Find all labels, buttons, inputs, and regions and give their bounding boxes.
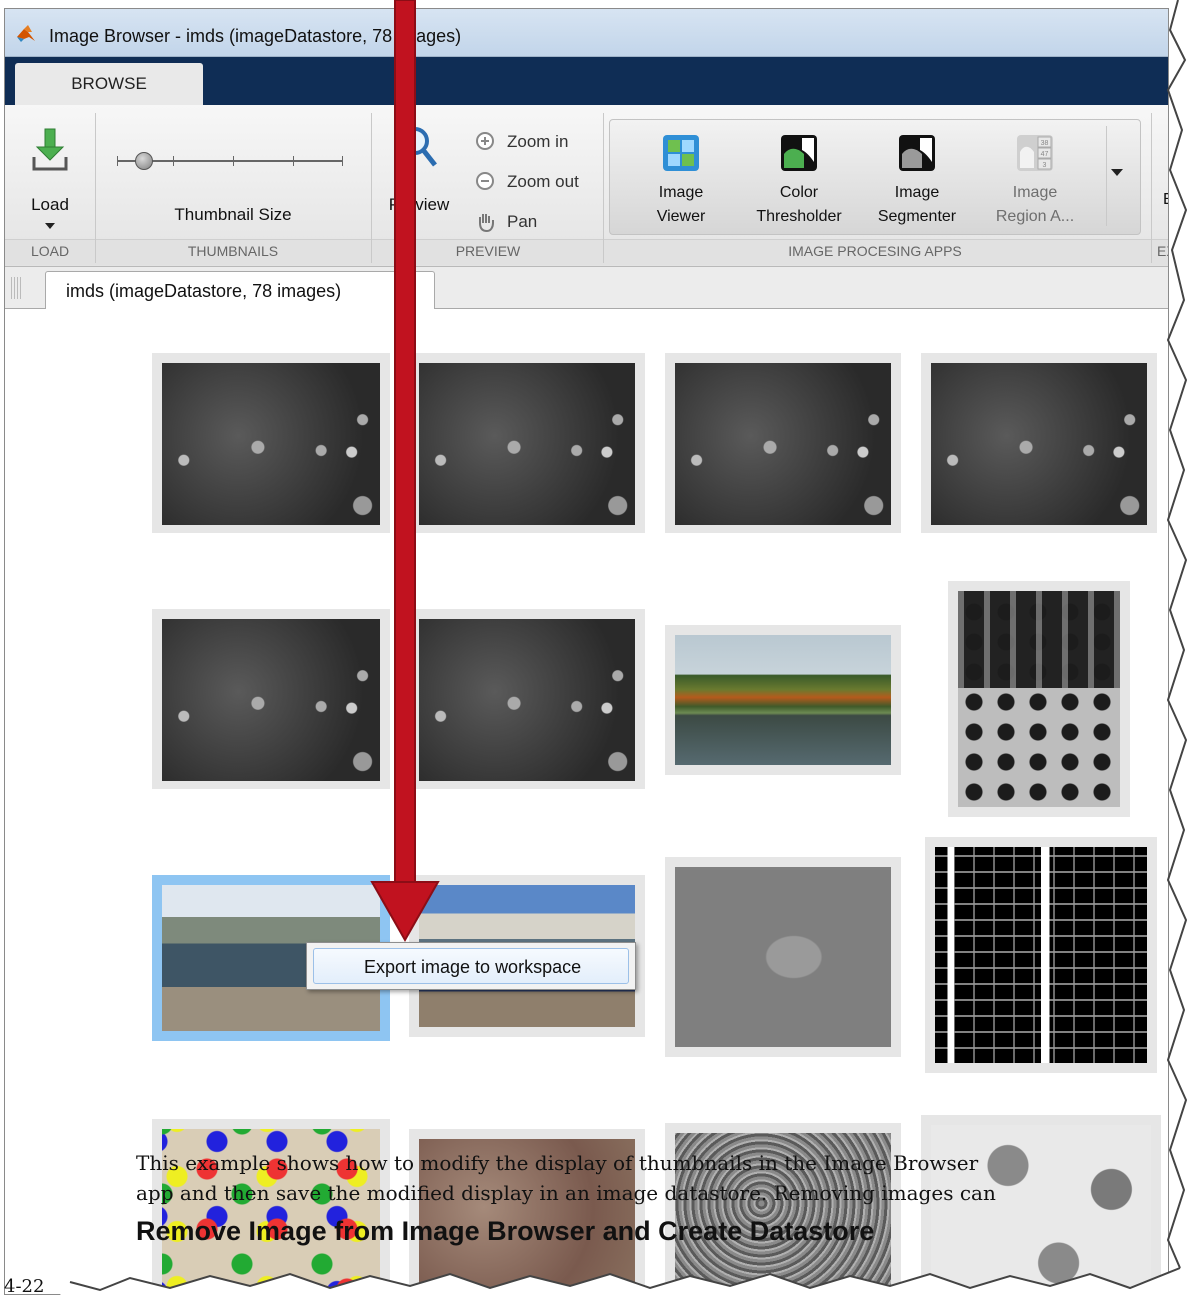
tab-browse[interactable]: BROWSE bbox=[15, 63, 203, 105]
app-image-segmenter[interactable]: Image Segmenter bbox=[858, 120, 976, 236]
preview-button[interactable]: Preview bbox=[381, 121, 457, 231]
load-label: Load bbox=[31, 195, 69, 214]
slider-thumb[interactable] bbox=[135, 152, 154, 170]
app-label-line1: Color bbox=[779, 184, 819, 201]
pan-label: Pan bbox=[507, 212, 538, 231]
slider-tick bbox=[342, 156, 343, 166]
zoom-in-icon bbox=[476, 132, 494, 150]
zoom-in-label: Zoom in bbox=[507, 132, 569, 151]
app-label-line2: Thresholder bbox=[756, 208, 842, 225]
thumbnail-image-cells bbox=[419, 363, 635, 525]
intro-line: app and then save the modified display i… bbox=[136, 1181, 996, 1205]
slider-tick bbox=[233, 156, 234, 166]
thumbnail-image-binary bbox=[935, 847, 1147, 1063]
image-segmenter-icon bbox=[899, 135, 935, 171]
slider-tick bbox=[117, 156, 118, 166]
app-color-thresholder[interactable]: Color Thresholder bbox=[740, 120, 858, 236]
export-image-to-workspace-menu-item[interactable]: Export image to workspace bbox=[313, 948, 629, 984]
document-tab-label: imds (imageDatastore, 78 images) bbox=[66, 281, 342, 301]
ribbon-separator bbox=[371, 113, 372, 263]
toolstrip-tab-bar: BROWSE bbox=[5, 57, 1168, 105]
window-title: Image Browser - imds (imageDatastore, 78… bbox=[49, 26, 462, 46]
title-bar: Image Browser - imds (imageDatastore, 78… bbox=[5, 9, 1168, 57]
thumbnail-image-cells bbox=[675, 363, 891, 525]
app-label-line2: Segmenter bbox=[877, 208, 957, 225]
document-tab-imds[interactable]: imds (imageDatastore, 78 images) bbox=[45, 271, 435, 310]
thumbnail-image-lake bbox=[675, 635, 891, 765]
context-menu: Export image to workspace bbox=[306, 942, 636, 990]
slider-tick bbox=[293, 156, 294, 166]
color-thresholder-icon bbox=[781, 135, 817, 171]
thumbnail-image-cells bbox=[419, 619, 635, 781]
magnifier-icon bbox=[401, 127, 437, 167]
document-tab-bar: imds (imageDatastore, 78 images) bbox=[5, 267, 1168, 310]
thumbnail-image-cell-closeup bbox=[675, 867, 891, 1047]
thumbnail-cell[interactable] bbox=[921, 353, 1157, 533]
thumbnail-cell[interactable] bbox=[409, 609, 645, 789]
thumbnail-size-label: Thumbnail Size bbox=[174, 205, 292, 224]
drag-grip-icon[interactable] bbox=[11, 277, 21, 299]
load-icon bbox=[32, 128, 68, 171]
chevron-down-icon[interactable] bbox=[45, 223, 55, 229]
thumbnail-cell[interactable] bbox=[152, 609, 390, 789]
image-browser-window: Image Browser - imds (imageDatastore, 78… bbox=[4, 8, 1169, 1295]
apps-more-chevron-icon[interactable] bbox=[1111, 169, 1123, 176]
thumbnail-cell[interactable] bbox=[925, 837, 1157, 1073]
zoom-out-label: Zoom out bbox=[507, 172, 579, 191]
thumbnail-image-texture bbox=[958, 591, 1120, 807]
ribbon-separator bbox=[95, 113, 96, 263]
thumbnail-size-slider[interactable] bbox=[113, 149, 349, 173]
matlab-logo-icon bbox=[17, 25, 35, 42]
section-heading: Remove Image from Image Browser and Crea… bbox=[136, 1216, 875, 1246]
group-label-preview: PREVIEW bbox=[455, 243, 521, 259]
slider-tick bbox=[173, 156, 174, 166]
app-label-line2: Viewer bbox=[656, 208, 706, 225]
intro-line: This example shows how to modify the dis… bbox=[136, 1151, 979, 1175]
region-count-label: 3 bbox=[1043, 162, 1047, 169]
group-label-thumbnails: THUMBNAILS bbox=[187, 243, 279, 259]
pan-button[interactable]: Pan bbox=[471, 207, 601, 235]
app-label-line1: Image bbox=[1012, 184, 1058, 201]
apps-gallery: Image Viewer Color Thresholder Image Seg… bbox=[609, 119, 1141, 235]
zoom-out-icon bbox=[476, 172, 494, 190]
app-label-line1: Image bbox=[658, 184, 704, 201]
page-number: 4-22 bbox=[4, 1276, 45, 1295]
region-count-label: 38 bbox=[1041, 140, 1049, 147]
menu-item-label: Export image to workspace bbox=[364, 957, 582, 977]
thumbnail-cell[interactable] bbox=[665, 625, 901, 775]
group-label-apps: IMAGE PROCESING APPS bbox=[788, 243, 962, 259]
thumbnail-cell[interactable] bbox=[409, 353, 645, 533]
ribbon-separator bbox=[1151, 113, 1152, 263]
intro-paragraph: This example shows how to modify the dis… bbox=[136, 1148, 1176, 1208]
pan-hand-icon bbox=[479, 214, 494, 233]
group-label-export-partial: EXP bbox=[1157, 243, 1168, 259]
ribbon: Load LOAD Thumbnail Size THUMBNAILS Prev… bbox=[5, 105, 1168, 267]
app-label-line1: Image bbox=[894, 184, 940, 201]
zoom-out-button[interactable]: Zoom out bbox=[471, 167, 601, 195]
group-label-load: LOAD bbox=[30, 243, 70, 259]
thumbnail-cell[interactable] bbox=[665, 857, 901, 1057]
load-button[interactable]: Load bbox=[17, 121, 83, 233]
thumbnail-image-cells bbox=[162, 363, 380, 525]
region-count-label: 47 bbox=[1041, 151, 1049, 158]
app-image-region-analyzer[interactable]: 38 47 3 Image Region A... bbox=[976, 120, 1094, 236]
ribbon-separator bbox=[603, 113, 604, 263]
thumbnail-cell[interactable] bbox=[665, 353, 901, 533]
image-region-analyzer-icon: 38 47 3 bbox=[1017, 135, 1053, 171]
preview-label: Preview bbox=[388, 195, 450, 214]
thumbnail-image-cells bbox=[931, 363, 1147, 525]
thumbnail-cell[interactable] bbox=[152, 353, 390, 533]
zoom-in-button[interactable]: Zoom in bbox=[471, 127, 601, 155]
app-label-line2: Region A... bbox=[995, 208, 1075, 225]
app-image-viewer[interactable]: Image Viewer bbox=[622, 120, 740, 236]
thumbnail-cell[interactable] bbox=[948, 581, 1130, 817]
export-button-label-partial[interactable]: E bbox=[1163, 191, 1168, 209]
ribbon-separator bbox=[1106, 126, 1107, 226]
image-viewer-icon bbox=[663, 135, 699, 171]
thumbnail-image-cells bbox=[162, 619, 380, 781]
